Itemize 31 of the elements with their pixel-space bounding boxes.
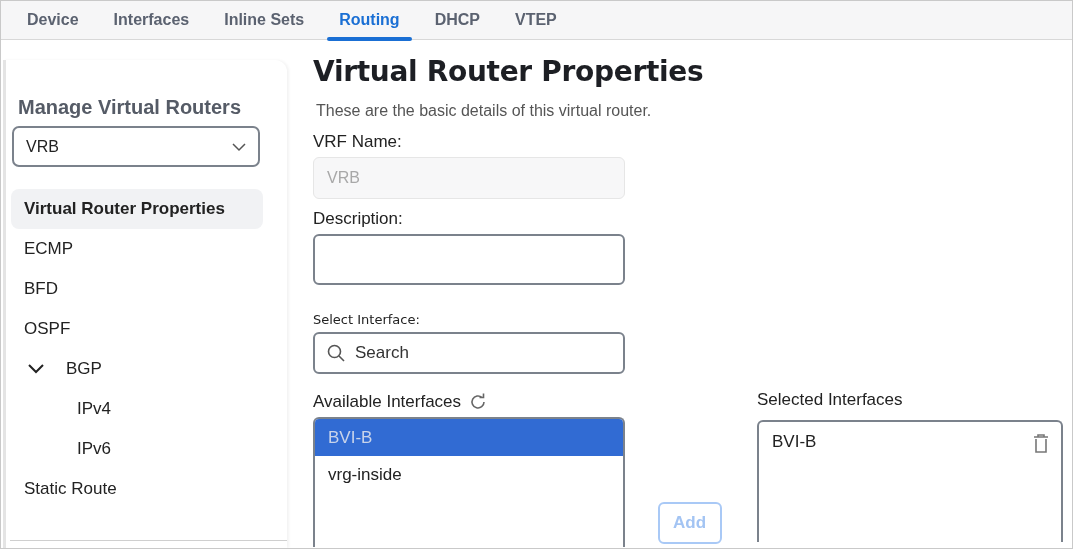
- sidebar-item[interactable]: OSPF: [11, 309, 263, 349]
- sidebar-item[interactable]: ECMP: [11, 229, 263, 269]
- tab[interactable]: VTEP: [503, 1, 569, 39]
- sidebar-item[interactable]: BFD: [11, 269, 263, 309]
- sidebar-item[interactable]: IPv4: [11, 389, 263, 429]
- router-dropdown[interactable]: VRB: [12, 126, 260, 167]
- tab[interactable]: Inline Sets: [212, 1, 317, 39]
- search-field[interactable]: Search: [313, 332, 625, 374]
- sidebar-item[interactable]: IPv6: [11, 429, 263, 469]
- page-subtitle: These are the basic details of this virtual router.: [316, 102, 653, 120]
- chevron-down-icon[interactable]: [28, 364, 44, 374]
- list-label: Available Interfaces: [313, 392, 462, 412]
- trash-icon[interactable]: [1033, 434, 1049, 453]
- field-label: Select Interface:: [313, 312, 421, 327]
- tab[interactable]: Interfaces: [101, 1, 202, 39]
- sidebar-item[interactable]: Virtual Router Properties: [11, 189, 263, 229]
- chevron-down-icon: [232, 141, 246, 152]
- field-label: VRF Name:: [313, 132, 403, 152]
- description-field[interactable]: [313, 234, 625, 285]
- field-label: Description:: [313, 209, 404, 229]
- sidebar-item[interactable]: BGP: [11, 349, 263, 389]
- interface-item: BVI-B: [772, 432, 817, 452]
- list-label: Selected Interfaces: [757, 390, 904, 410]
- sidebar-heading: Manage Virtual Routers: [18, 96, 243, 119]
- tab[interactable]: Device: [15, 1, 91, 39]
- sidebar-item[interactable]: Static Route: [11, 469, 263, 509]
- page-title: Virtual Router Properties: [313, 55, 705, 88]
- refresh-icon[interactable]: [469, 393, 488, 411]
- interface-item[interactable]: vrg-inside: [315, 456, 623, 493]
- tab[interactable]: Routing: [327, 1, 412, 39]
- tab[interactable]: DHCP: [422, 1, 492, 39]
